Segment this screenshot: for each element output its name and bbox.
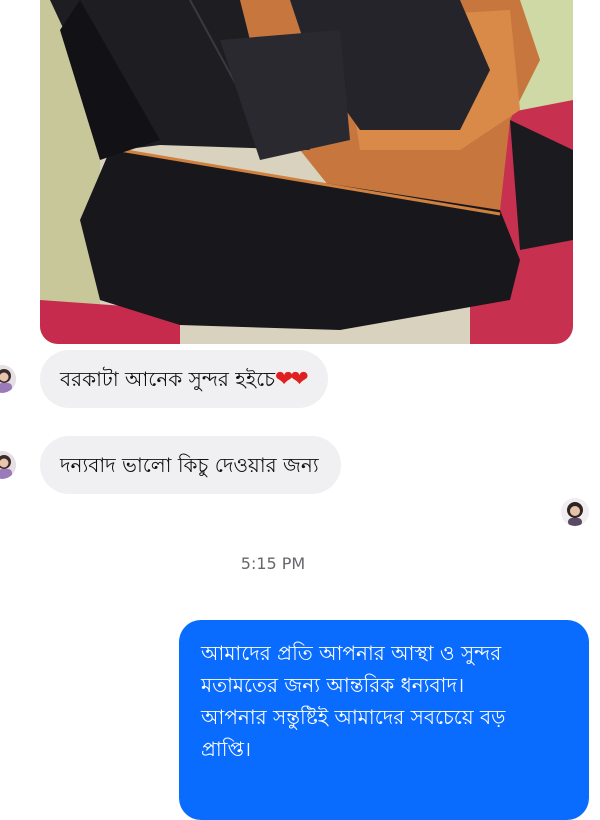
message-bubble-incoming[interactable]: বরকাটা আনেক সুন্দর হইচে❤❤ xyxy=(40,350,328,408)
reply-line: আমাদের প্রতি আপনার আস্থা ও সুন্দর xyxy=(201,641,502,665)
message-bubble-incoming[interactable]: দন্যবাদ ভালো কিচু দেওয়ার জন্য xyxy=(40,436,341,494)
contact-avatar-icon[interactable] xyxy=(0,451,16,479)
reply-line: প্রাপ্তি। xyxy=(201,737,252,761)
reply-line: মতামতের জন্য আন্তরিক ধন্যবাদ। xyxy=(201,673,465,697)
read-receipt-avatar-icon xyxy=(561,498,589,526)
message-text: দন্যবাদ ভালো কিচু দেওয়ার জন্য xyxy=(60,453,319,477)
message-text: বরকাটা আনেক সুন্দর হইচে xyxy=(60,367,275,391)
message-bubble-outgoing[interactable]: আমাদের প্রতি আপনার আস্থা ও সুন্দর মতামতে… xyxy=(179,620,589,820)
heart-emoji: ❤❤ xyxy=(275,367,309,392)
message-timestamp: 5:15 PM xyxy=(240,554,306,573)
photo-attachment[interactable] xyxy=(40,0,573,344)
reply-line: আপনার সন্তুষ্টিই আমাদের সবচেয়ে বড় xyxy=(201,705,506,729)
contact-avatar-icon[interactable] xyxy=(0,365,16,393)
